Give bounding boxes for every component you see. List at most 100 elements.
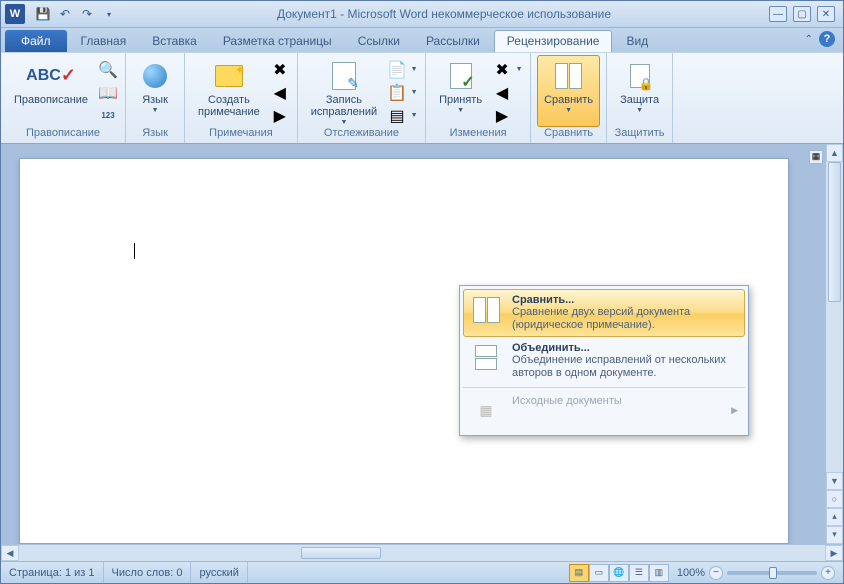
scroll-left-icon[interactable]: ◀	[1, 545, 19, 562]
tab-insert[interactable]: Вставка	[140, 30, 209, 52]
thesaurus-icon[interactable]: 📖	[97, 82, 119, 104]
research-icon[interactable]: 🔍	[97, 59, 119, 81]
horizontal-scrollbar[interactable]: ◀ ▶	[1, 544, 843, 562]
new-comment-button[interactable]: ✦ Создатьпримечание	[191, 55, 267, 127]
chevron-down-icon: ▼	[340, 119, 347, 126]
delete-comment-icon[interactable]: ✖	[269, 59, 291, 81]
chevron-down-icon: ▼	[457, 107, 464, 114]
ribbon-tabs: Файл Главная Вставка Разметка страницы С…	[1, 28, 843, 51]
track-changes-button[interactable]: Записьисправлений ▼	[304, 55, 384, 127]
quick-access-toolbar: 💾 ↶ ↷ ▾	[33, 4, 119, 24]
chevron-right-icon: ▶	[731, 405, 738, 416]
reject-icon[interactable]: ✖	[491, 59, 513, 81]
chevron-down-icon[interactable]: ▼	[409, 105, 419, 127]
group-changes-label: Изменения	[432, 127, 524, 143]
prev-change-icon[interactable]: ◀	[491, 82, 513, 104]
view-web-layout-icon[interactable]: 🌐	[609, 564, 629, 582]
qat-menu-icon[interactable]: ▾	[99, 4, 119, 24]
status-word-count[interactable]: Число слов: 0	[104, 562, 192, 583]
chevron-down-icon[interactable]: ▼	[514, 59, 524, 81]
language-icon	[139, 60, 171, 92]
zoom-level[interactable]: 100%	[677, 567, 705, 579]
tab-view[interactable]: Вид	[614, 30, 660, 52]
menu-item-compare[interactable]: Сравнить... Сравнение двух версий докуме…	[463, 289, 745, 337]
tab-mailings[interactable]: Рассылки	[414, 30, 492, 52]
collapse-ribbon-icon[interactable]: ⌃	[805, 34, 813, 45]
window-title: Документ1 - Microsoft Word некоммерческо…	[119, 7, 769, 21]
chevron-down-icon[interactable]: ▼	[409, 82, 419, 104]
next-change-icon[interactable]: ▶	[491, 105, 513, 127]
tab-home[interactable]: Главная	[69, 30, 139, 52]
save-icon[interactable]: 💾	[33, 4, 53, 24]
tab-review[interactable]: Рецензирование	[494, 30, 613, 52]
protect-label: Защита	[620, 94, 659, 106]
close-button[interactable]: ✕	[817, 6, 835, 22]
undo-icon[interactable]: ↶	[55, 4, 75, 24]
zoom-in-button[interactable]: +	[821, 566, 835, 580]
vertical-scrollbar[interactable]: ▲ ▼ ○ ▴ ▾	[825, 144, 843, 544]
maximize-button[interactable]: ▢	[793, 6, 811, 22]
ruler-toggle-icon[interactable]: ▦	[809, 150, 823, 164]
prev-page-icon[interactable]: ▴	[826, 508, 843, 526]
zoom-out-button[interactable]: −	[709, 566, 723, 580]
redo-icon[interactable]: ↷	[77, 4, 97, 24]
group-protect-label: Защитить	[613, 127, 666, 143]
group-language-label: Язык	[132, 127, 178, 143]
chevron-down-icon[interactable]: ▼	[409, 59, 419, 81]
display-for-review-icon[interactable]: 📄	[386, 59, 408, 81]
zoom-slider-thumb[interactable]	[769, 567, 777, 579]
scrollbar-thumb[interactable]	[828, 162, 841, 302]
zoom-slider[interactable]	[727, 571, 817, 575]
view-full-screen-icon[interactable]: ▭	[589, 564, 609, 582]
combine-desc: Объединение исправлений от нескольких ав…	[512, 354, 738, 380]
tab-references[interactable]: Ссылки	[346, 30, 412, 52]
show-markup-icon[interactable]: 📋	[386, 82, 408, 104]
group-comments-label: Примечания	[191, 127, 291, 143]
scroll-down-icon[interactable]: ▼	[826, 472, 843, 490]
group-comments: ✦ Создатьпримечание ✖ ◀ ▶ Примечания	[185, 53, 298, 143]
source-docs-icon: ▦	[470, 395, 502, 427]
compare-label: Сравнить	[544, 94, 593, 106]
view-draft-icon[interactable]: ▥	[649, 564, 669, 582]
menu-separator	[463, 387, 745, 388]
group-changes: Принять ▼ ✖▼ ◀ ▶ Изменения	[426, 53, 531, 143]
status-language[interactable]: русский	[191, 562, 247, 583]
accept-button[interactable]: Принять ▼	[432, 55, 489, 127]
protect-button[interactable]: Защита ▼	[613, 55, 666, 127]
minimize-button[interactable]: —	[769, 6, 787, 22]
spelling-button[interactable]: ABC✓ Правописание	[7, 55, 95, 127]
protect-icon	[624, 60, 656, 92]
word-count-icon[interactable]: 123	[97, 105, 119, 127]
compare-dropdown-menu: Сравнить... Сравнение двух версий докуме…	[459, 285, 749, 436]
menu-item-source-documents: ▦ Исходные документы ▶	[463, 390, 745, 432]
next-comment-icon[interactable]: ▶	[269, 105, 291, 127]
word-app-icon: W	[5, 4, 25, 24]
language-button[interactable]: Язык ▼	[132, 55, 178, 127]
view-outline-icon[interactable]: ☰	[629, 564, 649, 582]
scrollbar-thumb[interactable]	[301, 547, 381, 560]
view-print-layout-icon[interactable]: ▤	[569, 564, 589, 582]
tab-page-layout[interactable]: Разметка страницы	[211, 30, 344, 52]
track-changes-icon	[328, 60, 360, 92]
next-page-icon[interactable]: ▾	[826, 526, 843, 544]
ribbon: ABC✓ Правописание 🔍 📖 123 Правописание Я…	[1, 52, 843, 144]
group-tracking: Записьисправлений ▼ 📄▼ 📋▼ ▤▼ Отслеживани…	[298, 53, 426, 143]
chevron-down-icon: ▼	[152, 107, 159, 114]
scrollbar-track[interactable]	[826, 162, 843, 472]
chevron-down-icon: ▼	[565, 107, 572, 114]
scroll-right-icon[interactable]: ▶	[825, 545, 843, 562]
group-proofing: ABC✓ Правописание 🔍 📖 123 Правописание	[1, 53, 126, 143]
scroll-up-icon[interactable]: ▲	[826, 144, 843, 162]
menu-item-combine[interactable]: Объединить... Объединение исправлений от…	[463, 337, 745, 385]
new-comment-icon: ✦	[213, 60, 245, 92]
prev-comment-icon[interactable]: ◀	[269, 82, 291, 104]
scrollbar-track[interactable]	[19, 545, 825, 562]
zoom-control: 100% − +	[677, 566, 835, 580]
tab-file[interactable]: Файл	[5, 30, 67, 52]
help-icon[interactable]: ?	[819, 31, 835, 47]
right-sidebar: ▦	[807, 144, 825, 544]
status-page[interactable]: Страница: 1 из 1	[1, 562, 104, 583]
compare-button[interactable]: Сравнить ▼	[537, 55, 600, 127]
browse-object-icon[interactable]: ○	[826, 490, 843, 508]
reviewing-pane-icon[interactable]: ▤	[386, 105, 408, 127]
